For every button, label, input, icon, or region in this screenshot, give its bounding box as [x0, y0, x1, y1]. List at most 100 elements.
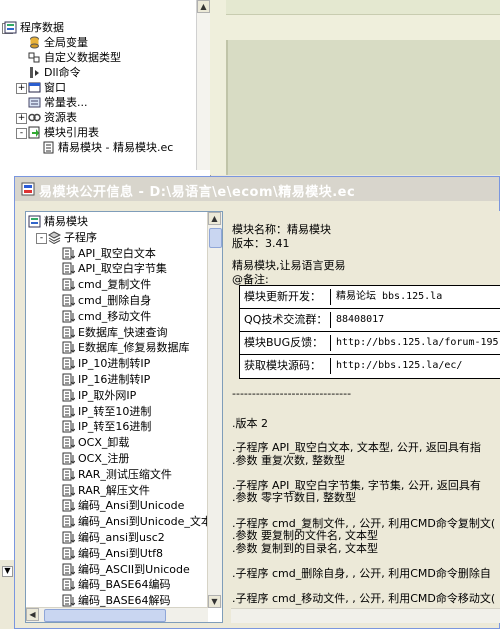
code-line: .参数 复制到的目录名, 文本型 — [232, 541, 378, 555]
sub-icon — [62, 515, 76, 528]
sub-icon — [62, 547, 76, 560]
module-tree-item[interactable]: IP_10进制转IP — [28, 356, 208, 372]
module-tree-item[interactable]: OCX_注册 — [28, 451, 208, 467]
module-tree-label: IP_转至10进制 — [78, 404, 152, 418]
scroll-left-icon[interactable]: ◀ — [26, 608, 39, 621]
module-tree-item[interactable]: 编码_Ansi到Unicode — [28, 498, 208, 514]
module-tree-label: API_取空白文本 — [78, 246, 156, 260]
scroll-up-icon[interactable]: ▲ — [208, 212, 221, 225]
contact-key: 模块BUG反馈： — [244, 335, 331, 351]
contact-value: 精易论坛 bbs.125.la — [336, 291, 443, 302]
datatype-icon — [28, 51, 41, 64]
module-tree-vscroll[interactable]: ▲ ▼ — [207, 212, 222, 608]
module-info-dialog: 易模块公开信息 - D:\易语言\e\ecom\精易模块.ec 精易模块 - 子程序… — [14, 176, 500, 629]
sub-icon — [62, 357, 76, 370]
module-tree-label: cmd_复制文件 — [78, 278, 152, 292]
module-tree-item[interactable]: 编码_BASE64编码 — [28, 577, 208, 593]
module-tree-root[interactable]: 精易模块 — [28, 214, 208, 230]
contact-value: http://bbs.125.la/ec/ — [336, 360, 463, 371]
module-tree-group[interactable]: - 子程序 — [28, 230, 208, 246]
scroll-down-icon[interactable]: ▼ — [2, 566, 13, 577]
dialog-title: 易模块公开信息 - D:\易语言\e\ecom\精易模块.ec — [39, 185, 356, 200]
module-tree-label: API_取空白字节集 — [78, 262, 167, 276]
sub-icon — [62, 405, 76, 418]
scroll-thumb[interactable] — [44, 609, 166, 622]
module-tree-item[interactable]: API_取空白字节集 — [28, 261, 208, 277]
module-tree-label: 编码_Ansi到Unicode_文本 — [78, 515, 212, 529]
module-version: 版本：3.41 — [232, 237, 290, 250]
module-tree-item[interactable]: 编码_Ansi到Utf8 — [28, 546, 208, 562]
project-tree-label: 程序数据 — [20, 21, 64, 34]
module-tree-item[interactable]: cmd_复制文件 — [28, 277, 208, 293]
sub-icon — [62, 594, 76, 607]
contact-row: QQ技术交流群： 88408017 — [240, 309, 500, 332]
module-tree-label: cmd_删除自身 — [78, 293, 152, 307]
module-ref-icon — [28, 126, 41, 139]
app-icon — [21, 182, 35, 196]
project-tree-item[interactable]: + 窗口 — [4, 80, 194, 95]
module-tree-label: 子程序 — [64, 230, 97, 244]
module-tree-item[interactable]: OCX_卸载 — [28, 435, 208, 451]
dialog-titlebar[interactable]: 易模块公开信息 - D:\易语言\e\ecom\精易模块.ec — [15, 177, 499, 201]
project-tree-item[interactable]: Dll命令 — [4, 65, 194, 80]
module-tree-item[interactable]: IP_取外网IP — [28, 388, 208, 404]
module-tree-item[interactable]: 编码_Ansi到Unicode_文本 — [28, 514, 212, 530]
sub-icon — [62, 373, 76, 386]
module-tree-item[interactable]: 编码_ASCII到Unicode — [28, 562, 208, 578]
module-tree-item[interactable]: RAR_测试压缩文件 — [28, 467, 208, 483]
project-tree-label: 全局变量 — [44, 36, 88, 49]
module-tree-pane[interactable]: 精易模块 - 子程序 API_取空白文本 API_取空白字节集 cmd_复制文件 cmd_删… — [25, 211, 223, 623]
sub-icon — [62, 420, 76, 433]
module-info-pane[interactable]: 模块名称：精易模块 版本：3.41 精易模块,让易语言更易 @备注: 模块更新开… — [231, 211, 500, 623]
module-tree-item[interactable]: IP_转至16进制 — [28, 419, 208, 435]
sub-icon — [62, 578, 76, 591]
project-tree-item[interactable]: - 模块引用表 — [4, 125, 194, 140]
module-tree-item[interactable]: E数据库_修复易数据库 — [28, 340, 208, 356]
project-tree-label: 窗口 — [44, 81, 66, 94]
sub-icon — [62, 531, 76, 544]
collapse-icon[interactable]: - — [16, 128, 27, 139]
expand-icon[interactable]: + — [16, 83, 27, 94]
project-tree-scrollbar[interactable]: ▲ — [196, 0, 210, 170]
sub-icon — [62, 278, 76, 291]
module-tree-item[interactable]: IP_转至10进制 — [28, 404, 208, 420]
expand-icon[interactable]: + — [16, 113, 27, 124]
module-tree-item[interactable]: RAR_解压文件 — [28, 483, 208, 499]
module-tree-item[interactable]: cmd_删除自身 — [28, 293, 208, 309]
module-tree-item[interactable]: 编码_ansi到usc2 — [28, 530, 208, 546]
project-tree-item[interactable]: 全局变量 — [4, 35, 194, 50]
contact-row: 模块BUG反馈： http://bbs.125.la/forum-195-1. — [240, 332, 500, 355]
version-declaration: .版本 2 — [232, 417, 268, 430]
module-info-hscroll[interactable] — [231, 608, 500, 623]
module-file-icon — [42, 141, 55, 154]
module-tree-item[interactable]: API_取空白文本 — [28, 246, 208, 262]
module-tree-label: cmd_移动文件 — [78, 309, 152, 323]
project-tree-item[interactable]: -程序数据 — [2, 20, 194, 35]
contact-value: http://bbs.125.la/forum-195-1. — [336, 337, 500, 348]
module-tree-item[interactable]: IP_16进制转IP — [28, 372, 208, 388]
scroll-down-icon[interactable]: ▼ — [208, 595, 221, 608]
project-tree-label: 资源表 — [44, 111, 77, 124]
program-data-icon — [4, 21, 17, 34]
module-tree-label: RAR_测试压缩文件 — [78, 467, 172, 481]
project-tree-item[interactable]: 自定义数据类型 — [4, 50, 194, 65]
editor-area — [210, 0, 500, 175]
collapse-icon[interactable]: - — [36, 232, 47, 244]
project-tree-item[interactable]: 精易模块 - 精易模块.ec — [4, 140, 194, 155]
project-tree: -程序数据全局变量自定义数据类型 Dll命令 + 窗口常量表... + 资源表 - 模块引用表… — [2, 20, 194, 155]
scroll-up-icon[interactable]: ▲ — [197, 0, 210, 13]
module-tree-item[interactable]: E数据库_快速查询 — [28, 325, 208, 341]
module-tree-item[interactable]: cmd_移动文件 — [28, 309, 208, 325]
module-tree-label: IP_16进制转IP — [78, 372, 151, 386]
sub-icon — [62, 310, 76, 323]
sub-icon — [62, 436, 76, 449]
separator-line: ------------------------------ — [232, 387, 352, 400]
project-tree-item[interactable]: 常量表... — [4, 95, 194, 110]
project-tree-item[interactable]: + 资源表 — [4, 110, 194, 125]
window-icon — [28, 81, 41, 94]
module-tree-hscroll[interactable]: ◀ — [26, 607, 208, 622]
project-tree-label: Dll命令 — [44, 66, 81, 79]
code-line: .参数 重复次数, 整数型 — [232, 453, 345, 467]
left-panel-scroll-stub: ▼ — [0, 560, 14, 629]
scroll-thumb[interactable] — [209, 228, 222, 248]
